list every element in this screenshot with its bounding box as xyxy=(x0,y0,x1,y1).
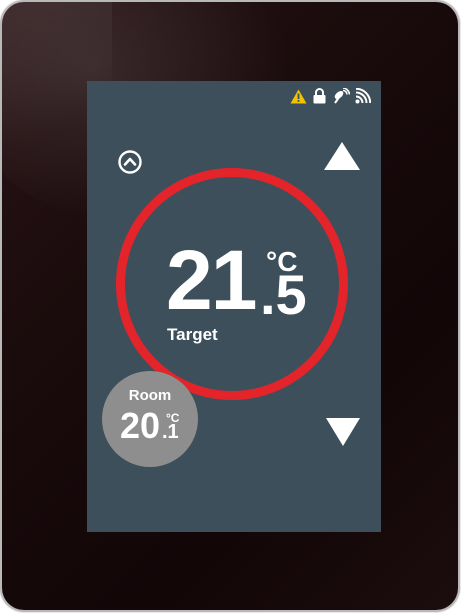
target-temperature-decimal: .5 xyxy=(260,263,307,326)
chevron-up-circle-icon xyxy=(118,150,142,174)
increase-temperature-button[interactable] xyxy=(323,141,361,171)
room-temperature-integer: 20 xyxy=(120,405,161,446)
satellite-icon xyxy=(332,88,350,104)
lock-icon xyxy=(312,88,327,104)
wifi-icon xyxy=(355,88,371,104)
thermostat-device: 21 °C .5 Target Room 20 °C .1 xyxy=(2,2,458,610)
room-label: Room xyxy=(128,387,172,404)
target-label: Target xyxy=(167,325,218,344)
target-temperature-integer: 21 xyxy=(166,233,257,327)
room-temperature-decimal: .1 xyxy=(162,421,179,443)
room-temperature-bubble: Room 20 °C .1 xyxy=(102,371,198,467)
triangle-up-icon xyxy=(324,142,360,170)
mode-up-button[interactable] xyxy=(117,149,143,175)
triangle-down-icon xyxy=(326,418,360,446)
status-bar xyxy=(290,87,371,105)
thermostat-screen: 21 °C .5 Target Room 20 °C .1 xyxy=(87,81,381,532)
decrease-temperature-button[interactable] xyxy=(325,417,361,447)
warning-icon xyxy=(290,89,307,104)
